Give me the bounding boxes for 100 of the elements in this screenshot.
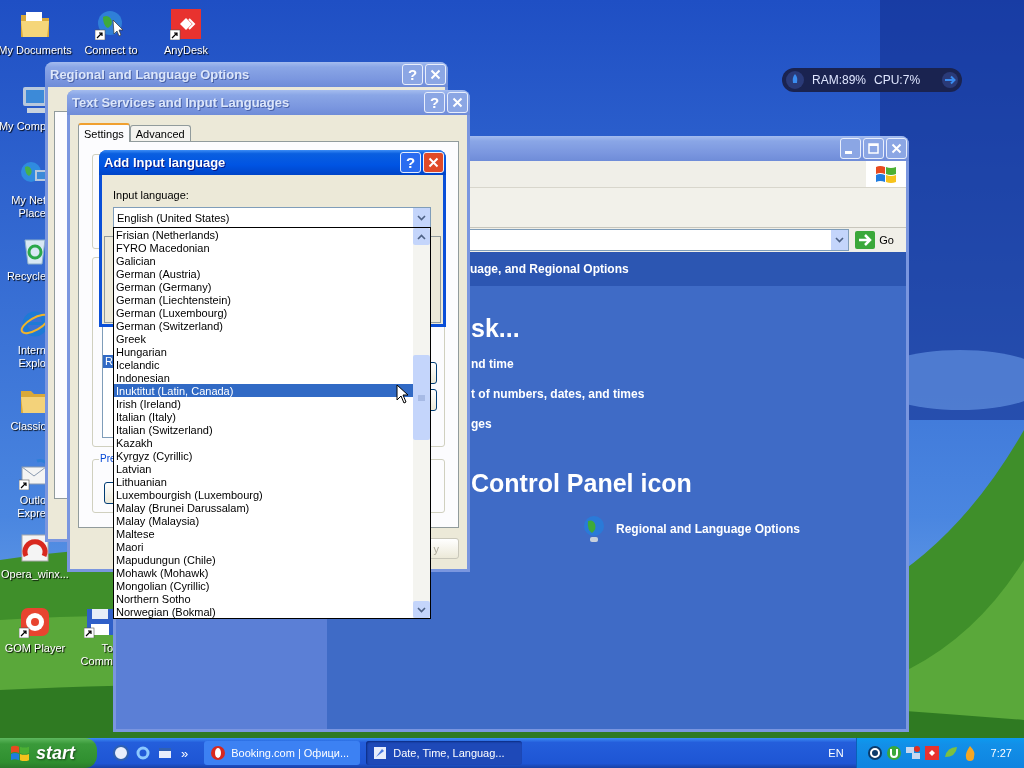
list-option[interactable]: Frisian (Netherlands) (114, 228, 413, 241)
list-option[interactable]: FYRO Macedonian (114, 241, 413, 254)
list-option[interactable]: Irish (Ireland) (114, 397, 413, 410)
window-title: Regional and Language Options (50, 67, 251, 82)
list-option[interactable]: Northern Sotho (114, 592, 413, 605)
maximize-icon (868, 143, 879, 154)
list-option[interactable]: Maltese (114, 527, 413, 540)
cpu-usage: CPU:7% (874, 73, 921, 87)
scroll-up-icon[interactable] (417, 233, 426, 240)
list-option[interactable]: Icelandic (114, 358, 413, 371)
floppy-icon[interactable] (84, 606, 116, 638)
close-icon (891, 143, 902, 154)
icon-label: Connect to (84, 44, 138, 57)
icon-label: My Documents (0, 44, 72, 57)
icon-label: To (101, 642, 113, 655)
close-button[interactable] (425, 64, 446, 85)
network-icon[interactable] (904, 745, 921, 761)
task-link[interactable]: nd time (471, 349, 514, 379)
cursor-icon (396, 384, 408, 404)
list-option[interactable]: Mongolian (Cyrillic) (114, 579, 413, 592)
arrow-icon[interactable] (942, 72, 958, 88)
circle-icon[interactable] (866, 745, 883, 761)
taskbar-button[interactable]: Date, Time, Languag... (366, 741, 523, 765)
icon-label: My Comp (0, 120, 46, 133)
start-button[interactable]: start (0, 738, 97, 768)
tab[interactable]: Settings (78, 123, 130, 142)
window-title: Text Services and Input Languages (72, 95, 291, 110)
section-heading: sk... (471, 313, 520, 343)
icon-label: Opera_winx... (1, 568, 69, 581)
app-icon[interactable] (923, 745, 940, 761)
icon-label: Place (18, 207, 46, 220)
player-icon[interactable] (19, 606, 51, 638)
dropdown-button[interactable] (831, 230, 849, 250)
list-option[interactable]: German (Austria) (114, 267, 413, 280)
rocket-icon[interactable] (786, 71, 804, 89)
list-option[interactable]: Mohawk (Mohawk) (114, 566, 413, 579)
list-option[interactable]: Kazakh (114, 436, 413, 449)
list-option[interactable]: Inuktitut (Latin, Canada) (114, 384, 413, 397)
list-option[interactable]: Indonesian (114, 371, 413, 384)
list-option[interactable]: Greek (114, 332, 413, 345)
task-link[interactable]: ges (471, 409, 492, 439)
list-option[interactable]: Norwegian (Bokmal) (114, 605, 413, 618)
list-option[interactable]: German (Luxembourg) (114, 306, 413, 319)
language-dropdown[interactable]: English (United States) (113, 207, 431, 228)
list-option[interactable]: German (Germany) (114, 280, 413, 293)
category-title: uage, and Regional Options (470, 262, 629, 276)
regional-options-link[interactable]: Regional and Language Options (616, 522, 800, 536)
minimize-button[interactable] (840, 138, 861, 159)
globe-icon[interactable] (582, 515, 606, 543)
list-option[interactable]: Kyrgyz (Cyrillic) (114, 449, 413, 462)
list-option[interactable]: Italian (Italy) (114, 410, 413, 423)
list-option[interactable]: Lithuanian (114, 475, 413, 488)
more-button[interactable]: » (179, 745, 191, 761)
list-option[interactable]: German (Liechtenstein) (114, 293, 413, 306)
icon-label: Recycle (6, 270, 46, 283)
list-option[interactable]: Hungarian (114, 345, 413, 358)
window-icon[interactable] (157, 745, 173, 761)
list-option[interactable]: Malay (Malaysia) (114, 514, 413, 527)
minimize-icon (845, 151, 852, 154)
icon-label: My Net (11, 194, 46, 207)
close-icon (428, 157, 439, 168)
gauge-icon[interactable] (19, 532, 51, 564)
close-icon (430, 69, 441, 80)
ram-usage: RAM:89% (812, 73, 867, 87)
tab[interactable]: Advanced (129, 125, 191, 141)
section-heading: Control Panel icon (471, 468, 692, 498)
list-option[interactable]: Italian (Switzerland) (114, 423, 413, 436)
close-button[interactable] (886, 138, 907, 159)
list-option[interactable]: Galician (114, 254, 413, 267)
globe-icon[interactable] (113, 745, 129, 761)
list-option[interactable]: Maori (114, 540, 413, 553)
taskbar-button[interactable]: Booking.com | Офици... (204, 741, 361, 765)
icon-label: GOM Player (4, 642, 66, 655)
clock: 7:27 (990, 747, 1012, 759)
scroll-down-icon[interactable] (417, 606, 426, 613)
help-button[interactable]: ? (400, 152, 421, 173)
window-title: Add Input language (104, 155, 227, 170)
scroll-thumb[interactable] (413, 355, 430, 440)
close-button[interactable] (447, 92, 468, 113)
icon-label: Classic (10, 420, 46, 433)
icon-label: AnyDesk (164, 44, 208, 57)
flag-icon (875, 164, 897, 184)
list-option[interactable]: Malay (Brunei Darussalam) (114, 501, 413, 514)
app-icon[interactable] (170, 8, 202, 40)
list-option[interactable]: Mapudungun (Chile) (114, 553, 413, 566)
icon-label: Explo (18, 357, 46, 370)
control-panel-icon (372, 745, 389, 761)
list-option[interactable]: Luxembourgish (Luxembourg) (114, 488, 413, 501)
maximize-button[interactable] (863, 138, 884, 159)
field-label: Input language: (113, 189, 190, 202)
scrollbar[interactable] (413, 228, 430, 618)
close-button[interactable] (423, 152, 444, 173)
app-icon (210, 745, 227, 761)
task-link[interactable]: t of numbers, dates, and times (471, 379, 645, 409)
browser-icon[interactable] (135, 745, 151, 761)
list-option[interactable]: Latvian (114, 462, 413, 475)
list-option[interactable]: German (Switzerland) (114, 319, 413, 332)
go-button[interactable]: Go (853, 231, 900, 249)
language-indicator[interactable]: EN (828, 747, 844, 759)
caret-icon (417, 214, 426, 221)
